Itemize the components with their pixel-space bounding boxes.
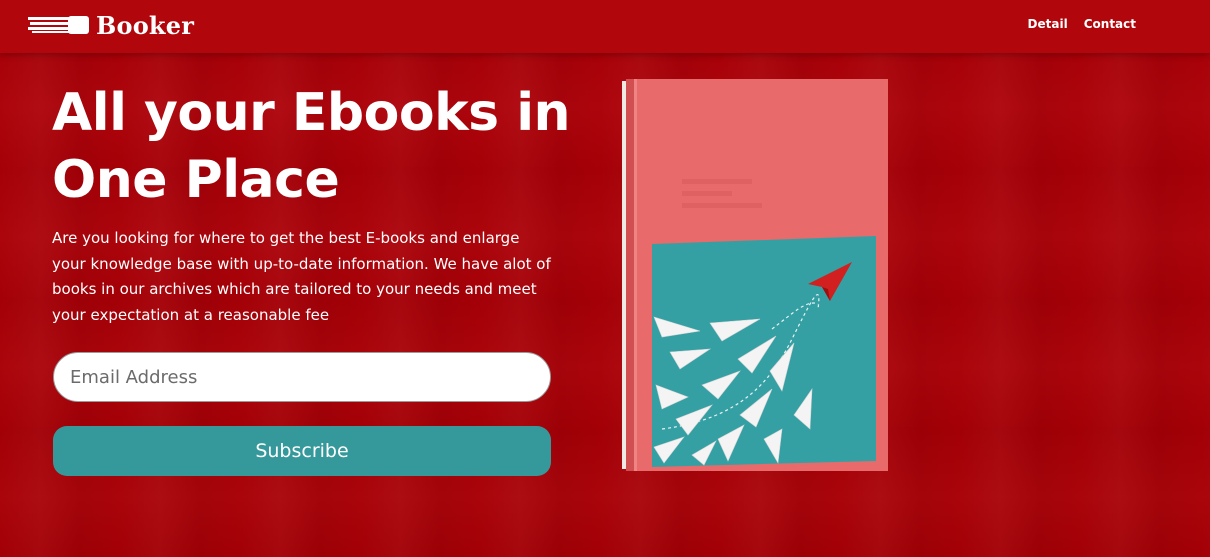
main-nav: Detail Contact: [1028, 17, 1136, 31]
nav-link-detail[interactable]: Detail: [1028, 17, 1068, 31]
brand-name: Booker: [96, 10, 195, 40]
book-cover-image: [622, 79, 888, 471]
top-navbar: Booker Detail Contact: [0, 0, 1210, 53]
hero-description: Are you looking for where to get the bes…: [52, 229, 551, 324]
book-stack-icon: [28, 16, 89, 34]
hero-title-line-2: One Place: [52, 150, 340, 210]
hero-title-line-1: All your Ebooks in: [52, 83, 571, 143]
email-input[interactable]: [53, 352, 551, 402]
brand-logo[interactable]: Booker: [28, 10, 194, 40]
subscribe-button[interactable]: Subscribe: [53, 426, 551, 476]
nav-link-contact[interactable]: Contact: [1084, 17, 1136, 31]
hero-title: All your Ebooks in One Place: [52, 80, 592, 214]
